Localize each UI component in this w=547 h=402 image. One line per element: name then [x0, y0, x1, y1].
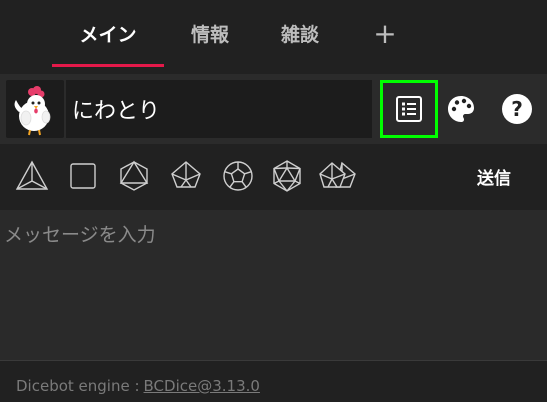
chicken-avatar-icon[interactable] — [6, 80, 64, 138]
palette-icon[interactable] — [432, 80, 490, 138]
help-icon[interactable]: ? — [488, 80, 546, 138]
message-input[interactable] — [0, 210, 547, 360]
tab-info[interactable]: 情報 — [170, 0, 250, 67]
add-tab-button[interactable]: + — [360, 0, 410, 67]
d12-die-icon[interactable] — [220, 158, 256, 194]
dicebot-engine-label: Dicebot engine : — [16, 377, 140, 395]
bcdice-version-link[interactable]: BCDice@3.13.0 — [144, 377, 260, 395]
character-name-field[interactable] — [66, 80, 372, 138]
active-tab-indicator — [52, 64, 164, 67]
svg-text:?: ? — [511, 97, 523, 121]
tab-chat[interactable]: 雑談 — [260, 0, 340, 67]
d100-die-icon[interactable] — [318, 158, 360, 194]
send-button[interactable]: 送信 — [462, 158, 526, 194]
d4-die-icon[interactable] — [14, 158, 50, 194]
footer: Dicebot engine : BCDice@3.13.0 — [16, 376, 260, 396]
footer-divider — [0, 360, 547, 361]
selection-highlight — [380, 80, 438, 138]
d20-die-icon[interactable] — [269, 158, 305, 194]
d10-die-icon[interactable] — [168, 158, 204, 194]
tab-main[interactable]: メイン — [52, 0, 164, 67]
tab-bar: メイン 情報 雑談 + — [0, 0, 547, 67]
d8-die-icon[interactable] — [116, 158, 152, 194]
d6-die-icon[interactable] — [65, 158, 101, 194]
